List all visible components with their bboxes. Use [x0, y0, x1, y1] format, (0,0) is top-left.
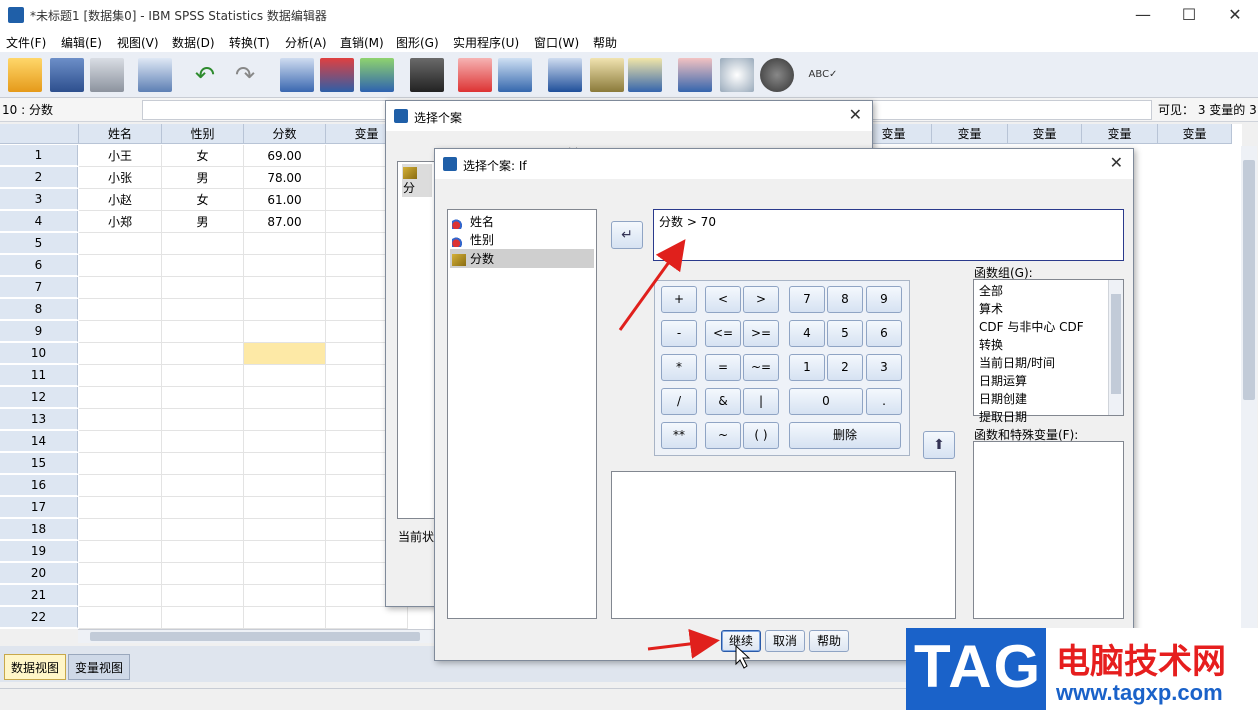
watermark: TAG 电脑技术网 www.tagxp.com — [906, 628, 1258, 710]
annotation-arrow-expression — [618, 239, 686, 331]
mouse-cursor-icon — [735, 644, 751, 669]
tag-logo-text: TAG — [914, 633, 1043, 700]
annotation-arrow-continue — [647, 628, 720, 659]
site-name: 电脑技术网 — [1056, 642, 1226, 682]
annotation-arrows — [618, 239, 751, 669]
site-url: www.tagxp.com — [1056, 680, 1223, 705]
